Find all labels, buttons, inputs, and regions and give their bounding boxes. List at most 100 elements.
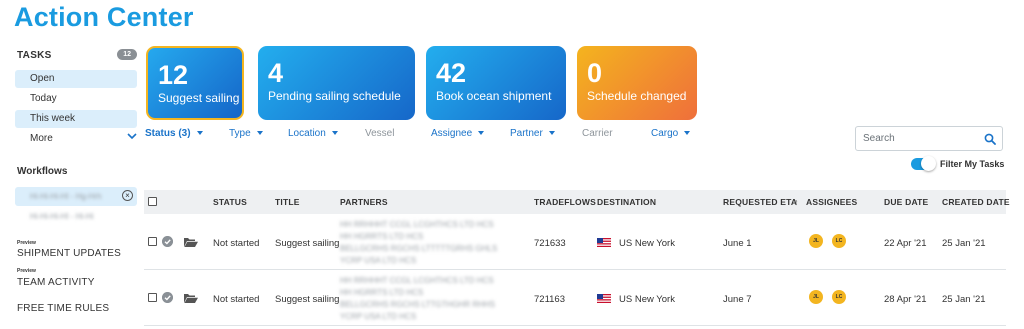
sidebar-item-open[interactable]: Open [15,70,137,88]
filter-label: Status (3) [145,128,191,139]
sidebar-item-label: More [30,133,53,144]
check-circle-icon [162,236,173,247]
card-pending-sailing-schedule[interactable]: 4 Pending sailing schedule [258,46,415,120]
filter-vessel[interactable]: Vessel [365,128,394,139]
filter-label: Partner [510,128,543,139]
column-header-status[interactable]: STATUS [213,197,247,207]
filter-my-tasks-toggle[interactable] [911,156,936,171]
filter-label: Location [288,128,326,139]
sidebar-item-label: Today [30,93,57,104]
filter-status[interactable]: Status (3) [145,128,203,139]
due-date-text: 28 Apr '21 [884,294,927,305]
sidebar-item-more[interactable]: More [15,130,137,148]
caret-down-icon [196,131,203,136]
partners-list: HH RRHHHT CCGL LCGHTHCS LTD HCS HH HGRRT… [340,219,530,267]
filter-my-tasks-label: Filter My Tasks [940,159,1005,169]
caret-down-icon [478,131,485,136]
partner-name: BELLGCRHS RGCHS LTTTTTGRHS GHLS [340,244,498,253]
caret-down-icon [684,131,691,136]
tasks-count-badge: 12 [117,49,137,60]
caret-down-icon [548,131,555,136]
filter-cargo[interactable]: Cargo [651,128,691,139]
row-checkbox[interactable] [148,293,157,302]
check-circle-icon [162,292,173,303]
workflow-label: Hi-Hi-Hi-HI - Hi-Hi [30,212,94,221]
status-text: Not started [213,238,260,249]
card-count: 0 [587,58,603,88]
avatar[interactable]: JL [809,234,823,248]
title-text[interactable]: Suggest sailing [275,238,339,249]
avatar[interactable]: LC [832,290,846,304]
select-all-checkbox[interactable] [148,197,157,206]
free-time-rules-link[interactable]: FREE TIME RULES [17,303,109,314]
partner-name: HH HGRRTS LTD HCS [340,232,424,241]
filter-type[interactable]: Type [229,128,263,139]
preview-tag: Preview [17,268,36,274]
card-count: 4 [268,58,284,88]
column-header-tradeflows[interactable]: TRADEFLOWS [534,197,596,207]
created-date-text: 25 Jan '21 [942,238,986,249]
workflow-item[interactable]: Hi-Hi-Hi-HI - Hi-Hi [15,207,137,226]
row-checkbox[interactable] [148,237,157,246]
table-row[interactable]: Not started Suggest sailing HH RRHHHT CC… [144,270,1006,326]
filter-label: Carrier [582,128,613,139]
folder-open-icon[interactable] [184,237,198,247]
card-count: 42 [436,58,467,88]
column-header-requested-eta[interactable]: REQUESTED ETA [723,197,797,207]
team-activity-link[interactable]: TEAM ACTIVITY [17,277,95,288]
toggle-knob [921,156,936,171]
filter-label: Vessel [365,128,395,139]
tasks-header: TASKS 12 [17,49,137,64]
column-header-title[interactable]: TITLE [275,197,300,207]
sidebar-item-today[interactable]: Today [15,90,137,108]
page-title: Action Center [14,2,194,32]
title-text[interactable]: Suggest sailing [275,294,339,305]
card-schedule-changed[interactable]: 0 Schedule changed [577,46,697,120]
status-text: Not started [213,294,260,305]
card-count: 12 [158,60,189,90]
filter-partner[interactable]: Partner [510,128,555,139]
folder-open-icon[interactable] [184,293,198,303]
avatar[interactable]: JL [809,290,823,304]
card-label: Suggest sailing [158,91,240,105]
sidebar-item-this-week[interactable]: This week [15,110,137,128]
avatar[interactable]: LC [832,234,846,248]
requested-eta-text: June 1 [723,238,752,249]
column-header-assignees[interactable]: ASSIGNEES [806,197,857,207]
partner-name: HH RRHHHT CCGL LCGHTHCS LTD HCS [340,220,494,229]
workflow-label: Hi-Hi-Hi-HI - Hg-Hrh [30,192,102,201]
chevron-down-icon[interactable] [127,132,137,140]
sidebar-item-label: This week [30,113,76,124]
filter-location[interactable]: Location [288,128,338,139]
us-flag-icon [597,294,611,303]
card-book-ocean-shipment[interactable]: 42 Book ocean shipment [426,46,566,120]
filter-carrier[interactable]: Carrier [582,128,613,139]
tradeflow-id[interactable]: 721163 [534,294,565,305]
preview-tag: Preview [17,240,36,246]
column-header-partners[interactable]: PARTNERS [340,197,388,207]
tasks-label: TASKS [17,50,52,61]
search-input[interactable] [856,127,976,149]
table-header: STATUS TITLE PARTNERS TRADEFLOWS DESTINA… [144,190,1010,214]
filter-assignee[interactable]: Assignee [431,128,485,139]
shipment-updates-link[interactable]: SHIPMENT UPDATES [17,248,121,259]
partner-name: HH HGRRTS LTD HCS [340,288,424,297]
filter-label: Assignee [431,128,473,139]
card-label: Schedule changed [587,89,687,103]
column-header-destination[interactable]: DESTINATION [597,197,656,207]
created-date-text: 25 Jan '21 [942,294,986,305]
column-header-created-date[interactable]: CREATED DATE [942,197,1010,207]
caret-down-icon [256,131,263,136]
requested-eta-text: June 7 [723,294,752,305]
card-label: Book ocean shipment [436,89,552,103]
table-row[interactable]: Not started Suggest sailing HH RRHHHT CC… [144,214,1006,270]
due-date-text: 22 Apr '21 [884,238,927,249]
card-suggest-sailing[interactable]: 12 Suggest sailing [146,46,244,120]
close-icon[interactable]: × [122,190,133,201]
tradeflow-id[interactable]: 721633 [534,238,566,249]
partner-name: YCRP USA LTD HCS [340,256,417,265]
workflow-item[interactable]: Hi-Hi-Hi-HI - Hg-Hrh × [15,187,137,206]
search-icon[interactable] [984,133,996,145]
sort-ascending-icon[interactable]: ↑ [794,197,798,207]
column-header-due-date[interactable]: DUE DATE [884,197,928,207]
